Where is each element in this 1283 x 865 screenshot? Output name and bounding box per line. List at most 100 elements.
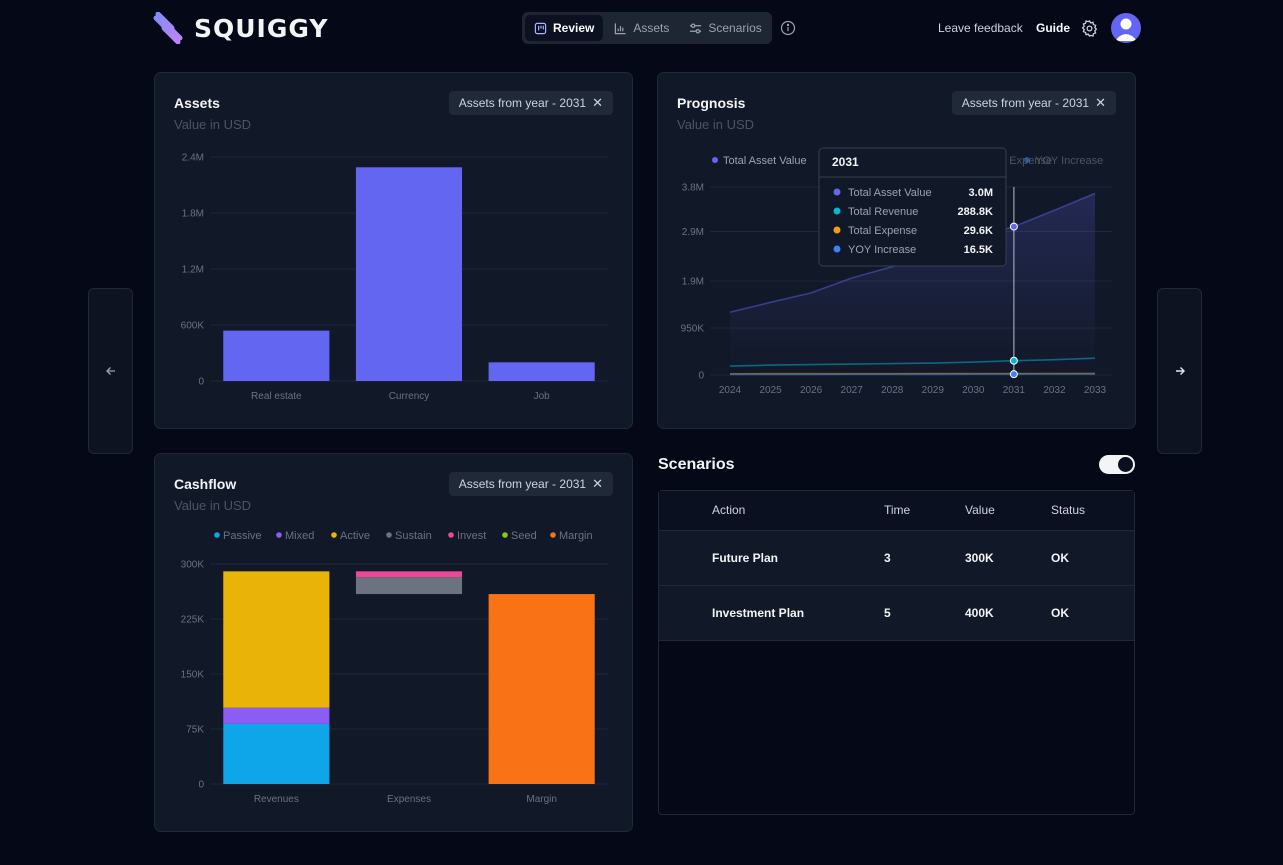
hover-point — [1009, 370, 1018, 379]
y-tick-label: 225K — [181, 615, 205, 626]
x-tick-label: 2025 — [759, 385, 782, 396]
table-row[interactable]: Investment Plan 5 400K OK — [659, 585, 1134, 641]
y-tick-label: 950K — [681, 324, 705, 335]
legend-label: YOY Increase — [1035, 155, 1103, 167]
y-tick-label: 300K — [181, 560, 205, 571]
tab-scenarios[interactable]: Scenarios — [680, 15, 770, 41]
gear-icon[interactable] — [1080, 19, 1099, 38]
column-header-time[interactable]: Time — [884, 491, 965, 531]
arrow-left-icon — [105, 367, 115, 375]
x-tick-label: 2028 — [881, 385, 904, 396]
tooltip-value: 29.6K — [964, 225, 993, 237]
x-tick-label: 2024 — [719, 385, 742, 396]
tab-review[interactable]: Review — [525, 15, 604, 41]
table-header-row: Action Time Value Status — [659, 491, 1134, 531]
column-header-value[interactable]: Value — [965, 491, 1051, 531]
kanban-icon — [534, 22, 547, 34]
info-icon[interactable] — [780, 20, 796, 36]
assets-chart: 0 600K 1.2M 1.8M 2.4M Real estate Currency Job — [181, 153, 608, 402]
bar-segment — [355, 571, 463, 578]
x-tick-label: Revenues — [254, 794, 299, 805]
y-tick-label: 2.9M — [682, 227, 704, 238]
tooltip-label: Total Expense — [848, 225, 917, 237]
y-tick-label: 1.2M — [182, 265, 204, 276]
legend-marker — [386, 532, 392, 538]
main-nav: Review Assets Scenarios — [522, 12, 772, 44]
bar-segment — [488, 594, 595, 784]
legend-marker — [331, 532, 337, 538]
tooltip-marker — [833, 226, 841, 234]
y-tick-label: 1.8M — [182, 209, 204, 220]
bar — [488, 362, 595, 381]
prognosis-chart: 0 950K 1.9M 2.9M 3.8M 2024 2025 2026 2027 2028 202… — [681, 147, 1112, 396]
legend-label: Mixed — [285, 530, 314, 542]
tooltip-marker — [833, 207, 841, 215]
logo-text: SQUIGGY — [194, 13, 329, 43]
column-header-action[interactable]: Action — [659, 491, 884, 531]
legend-marker — [276, 532, 282, 538]
legend-label: Seed — [511, 530, 537, 542]
y-tick-label: 2.4M — [182, 153, 204, 164]
next-arrow-button[interactable] — [1157, 288, 1202, 454]
cashflow-card: Cashflow Value in USD Assets from year -… — [154, 453, 633, 832]
guide-link[interactable]: Guide — [1036, 21, 1070, 35]
legend-label: Passive — [223, 530, 262, 542]
prev-arrow-button[interactable] — [88, 288, 133, 454]
scenarios-table-container: Action Time Value Status Future Plan 3 3… — [658, 490, 1135, 815]
prognosis-card: Prognosis Value in USD Assets from year … — [657, 72, 1136, 429]
tab-assets[interactable]: Assets — [605, 15, 678, 41]
cashflow-chart: 0 75K 150K 225K 300K Revenues Expenses Margin Pa… — [181, 530, 608, 805]
cell-action: Investment Plan — [659, 585, 884, 641]
scenarios-table: Action Time Value Status Future Plan 3 3… — [659, 491, 1134, 641]
avatar[interactable] — [1111, 13, 1141, 43]
cell-time: 5 — [884, 585, 965, 641]
tooltip-title: 2031 — [832, 155, 859, 169]
leave-feedback-link[interactable]: Leave feedback — [938, 21, 1023, 35]
cell-action: Future Plan — [659, 530, 884, 586]
hover-point — [1009, 356, 1018, 365]
x-tick-label: Expenses — [387, 794, 431, 805]
scenarios-toggle[interactable] — [1099, 455, 1135, 474]
x-tick-label: 2031 — [1003, 385, 1026, 396]
bar-segment — [223, 723, 330, 784]
y-tick-label: 600K — [181, 321, 205, 332]
legend-label: Sustain — [395, 530, 432, 542]
legend-marker — [448, 532, 454, 538]
cell-value: 300K — [965, 530, 1051, 586]
cell-status: OK — [1051, 530, 1134, 586]
legend-label: Total Asset Value — [723, 155, 807, 167]
x-tick-label: Real estate — [251, 391, 302, 402]
x-tick-label: Currency — [389, 391, 430, 402]
chart-icon — [615, 22, 626, 34]
bar — [223, 330, 330, 381]
tab-review-label: Review — [553, 21, 595, 35]
x-tick-label: Margin — [526, 794, 557, 805]
toggle-knob — [1118, 457, 1133, 472]
legend-marker — [1024, 157, 1030, 163]
x-tick-label: 2030 — [962, 385, 985, 396]
table-row[interactable]: Future Plan 3 300K OK — [659, 530, 1134, 586]
cell-time: 3 — [884, 530, 965, 586]
y-tick-label: 0 — [198, 780, 204, 791]
tooltip-value: 3.0M — [969, 187, 993, 199]
y-tick-label: 150K — [181, 670, 205, 681]
legend-label: Margin — [559, 530, 593, 542]
y-tick-label: 3.8M — [682, 183, 704, 194]
logo[interactable]: SQUIGGY — [152, 12, 328, 44]
bar-segment — [223, 571, 330, 708]
assets-card: Assets Value in USD Assets from year - 2… — [154, 72, 633, 429]
bar-segment — [223, 707, 330, 724]
tab-scenarios-label: Scenarios — [708, 21, 762, 35]
legend-label: Invest — [457, 530, 486, 542]
tooltip-value: 288.8K — [958, 206, 994, 218]
legend-marker — [550, 532, 556, 538]
bar — [355, 167, 463, 381]
legend-marker — [502, 532, 508, 538]
y-tick-label: 0 — [698, 371, 704, 382]
column-header-status[interactable]: Status — [1051, 491, 1134, 531]
tooltip-label: YOY Increase — [848, 244, 916, 256]
y-tick-label: 75K — [186, 725, 204, 736]
x-tick-label: Job — [534, 391, 551, 402]
cell-status: OK — [1051, 585, 1134, 641]
cell-value: 400K — [965, 585, 1051, 641]
